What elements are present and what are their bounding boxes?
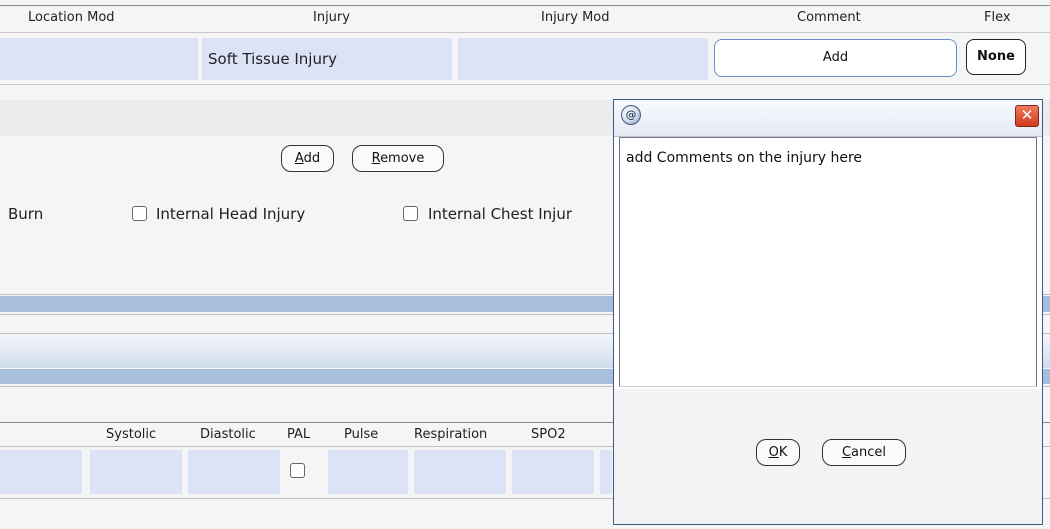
remove-injury-button[interactable]: Remove [352, 145, 444, 172]
cancel-mnemonic: C [841, 445, 852, 460]
spo2-cell[interactable] [512, 450, 594, 494]
column-header-injury-mod: Injury Mod [541, 10, 610, 25]
checkbox-label-internal-chest-injury: Internal Chest Injur [428, 205, 573, 223]
vitals-cell[interactable] [600, 450, 612, 494]
systolic-cell[interactable] [90, 450, 182, 494]
column-header-respiration: Respiration [414, 427, 488, 442]
header-top-border [0, 5, 1050, 6]
row-divider [0, 84, 1050, 85]
diastolic-cell[interactable] [188, 450, 280, 494]
cancel-button[interactable]: Cancel [822, 439, 906, 466]
respiration-cell[interactable] [414, 450, 506, 494]
checkbox-label-internal-head-injury: Internal Head Injury [156, 205, 306, 223]
checkbox-internal-head-injury[interactable] [132, 206, 147, 221]
comment-textarea[interactable]: add Comments on the injury here [619, 137, 1037, 387]
add-injury-button[interactable]: Add [281, 145, 334, 172]
column-header-spo2: SPO2 [531, 427, 566, 442]
checkbox-internal-chest-injury[interactable] [403, 206, 418, 221]
comment-dialog: @ ✕ add Comments on the injury here OK C… [613, 99, 1043, 525]
ok-mnemonic: O [768, 445, 779, 460]
add-rest: dd [303, 151, 321, 166]
location-mod-cell[interactable] [0, 38, 198, 80]
column-header-flex: Flex [984, 10, 1011, 25]
add-mnemonic: A [294, 151, 304, 166]
injury-cell[interactable]: Soft Tissue Injury [202, 38, 452, 80]
remove-rest: emove [380, 151, 425, 166]
column-header-comment: Comment [797, 10, 861, 25]
dialog-title-bar[interactable]: @ ✕ [614, 100, 1042, 137]
flex-none-button[interactable]: None [966, 39, 1026, 75]
app-logo-icon: @ [621, 105, 641, 125]
column-header-diastolic: Diastolic [200, 427, 256, 442]
column-header-pal: PAL [287, 427, 311, 442]
checkbox-label-burn: Burn [8, 205, 44, 223]
injury-mod-cell[interactable] [458, 38, 708, 80]
remove-mnemonic: R [371, 151, 381, 166]
header-bottom-border [0, 32, 1050, 33]
pal-checkbox[interactable] [290, 463, 305, 478]
column-header-injury: Injury [313, 10, 350, 25]
cancel-rest: ancel [851, 445, 887, 460]
column-header-systolic: Systolic [106, 427, 157, 442]
vitals-cell[interactable] [0, 450, 82, 494]
close-icon[interactable]: ✕ [1015, 105, 1039, 127]
pulse-cell[interactable] [328, 450, 408, 494]
column-header-pulse: Pulse [344, 427, 379, 442]
ok-button[interactable]: OK [756, 439, 800, 466]
dialog-button-panel: OK Cancel [614, 389, 1042, 524]
column-header-location-mod: Location Mod [28, 10, 115, 25]
ok-rest: K [778, 445, 788, 460]
comment-add-button[interactable]: Add [714, 39, 957, 77]
